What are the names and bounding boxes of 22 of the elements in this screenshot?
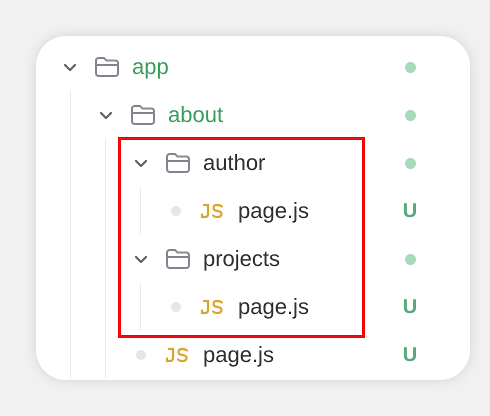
modified-dot-icon bbox=[404, 158, 416, 168]
file-name[interactable]: page.js bbox=[203, 342, 398, 368]
folder-icon bbox=[165, 248, 191, 270]
folder-name[interactable]: projects bbox=[203, 246, 398, 272]
modified-dot-icon bbox=[404, 110, 416, 120]
javascript-file-icon bbox=[165, 347, 191, 363]
git-status: U bbox=[402, 296, 418, 318]
folder-name[interactable]: author bbox=[203, 150, 398, 176]
folder-icon bbox=[94, 56, 120, 78]
git-status: U bbox=[402, 344, 418, 366]
folder-icon bbox=[130, 104, 156, 126]
git-status: U bbox=[402, 200, 418, 222]
dot-icon bbox=[136, 350, 146, 360]
javascript-file-icon bbox=[200, 203, 226, 219]
modified-dot-icon bbox=[404, 62, 416, 72]
modified-dot-icon bbox=[404, 254, 416, 264]
javascript-file-icon bbox=[200, 299, 226, 315]
file-name[interactable]: page.js bbox=[238, 294, 398, 320]
dot-icon bbox=[171, 206, 181, 216]
folder-icon bbox=[165, 152, 191, 174]
file-name[interactable]: page.js bbox=[238, 198, 398, 224]
dot-icon bbox=[171, 302, 181, 312]
